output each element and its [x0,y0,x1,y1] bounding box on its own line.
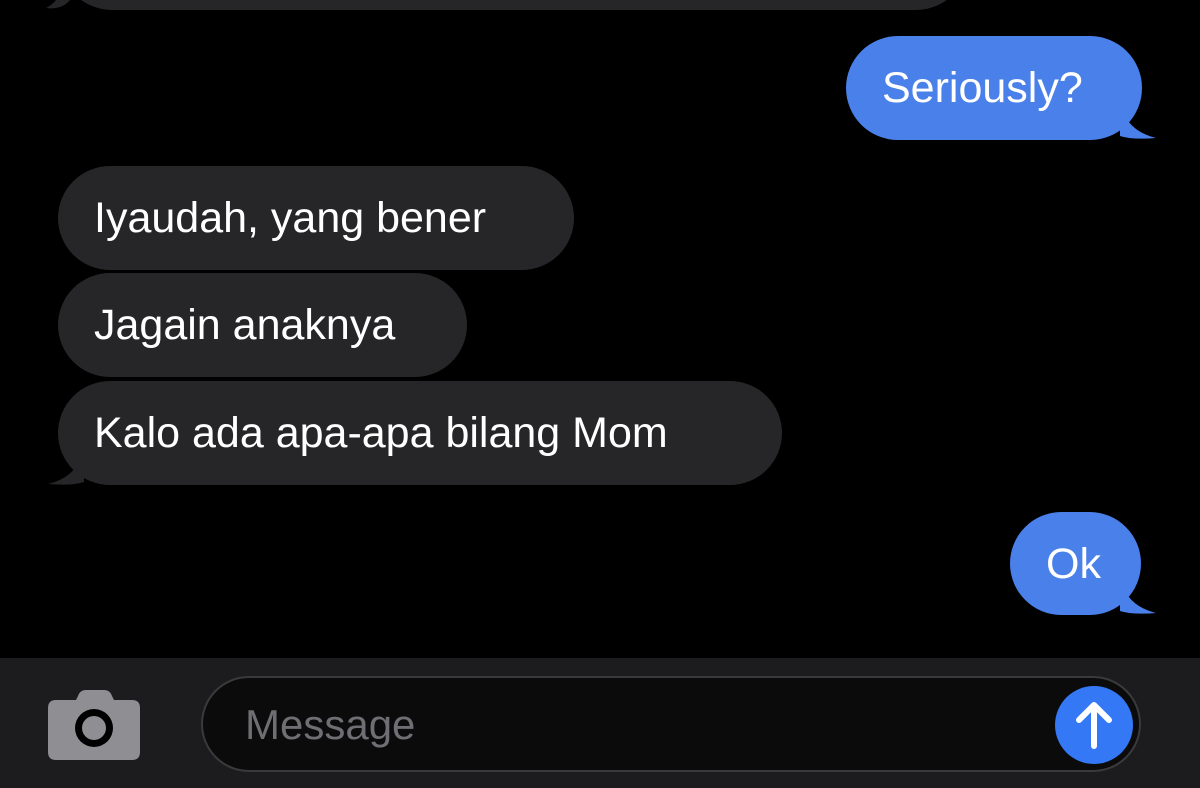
incoming-message-bubble[interactable]: Iyaudah, yang bener [58,166,574,270]
camera-icon [48,690,140,760]
message-thread: Seriously? Iyaudah, yang bener Jagain an… [0,0,1200,658]
camera-button[interactable] [48,688,140,760]
incoming-message-bubble[interactable]: Jagain anaknya [58,273,467,377]
bubble-tail [46,0,70,9]
bubble-tail [1120,575,1156,614]
message-text: Jagain anaknya [94,301,396,349]
incoming-message-bubble[interactable]: Kalo ada apa-apa bilang Mom [58,381,782,485]
bubble-tail [1120,100,1156,139]
outgoing-message-bubble[interactable]: Seriously? [846,36,1142,140]
previous-message-bubble[interactable] [60,0,968,10]
message-text: Iyaudah, yang bener [94,194,487,242]
bubble-tail [48,446,84,485]
send-button[interactable] [1055,686,1133,764]
message-input[interactable] [243,696,1027,754]
message-text: Ok [1046,540,1101,588]
message-text: Seriously? [882,64,1083,112]
message-input-field[interactable] [201,676,1141,772]
message-text: Kalo ada apa-apa bilang Mom [94,409,668,457]
arrow-up-icon [1076,702,1112,749]
